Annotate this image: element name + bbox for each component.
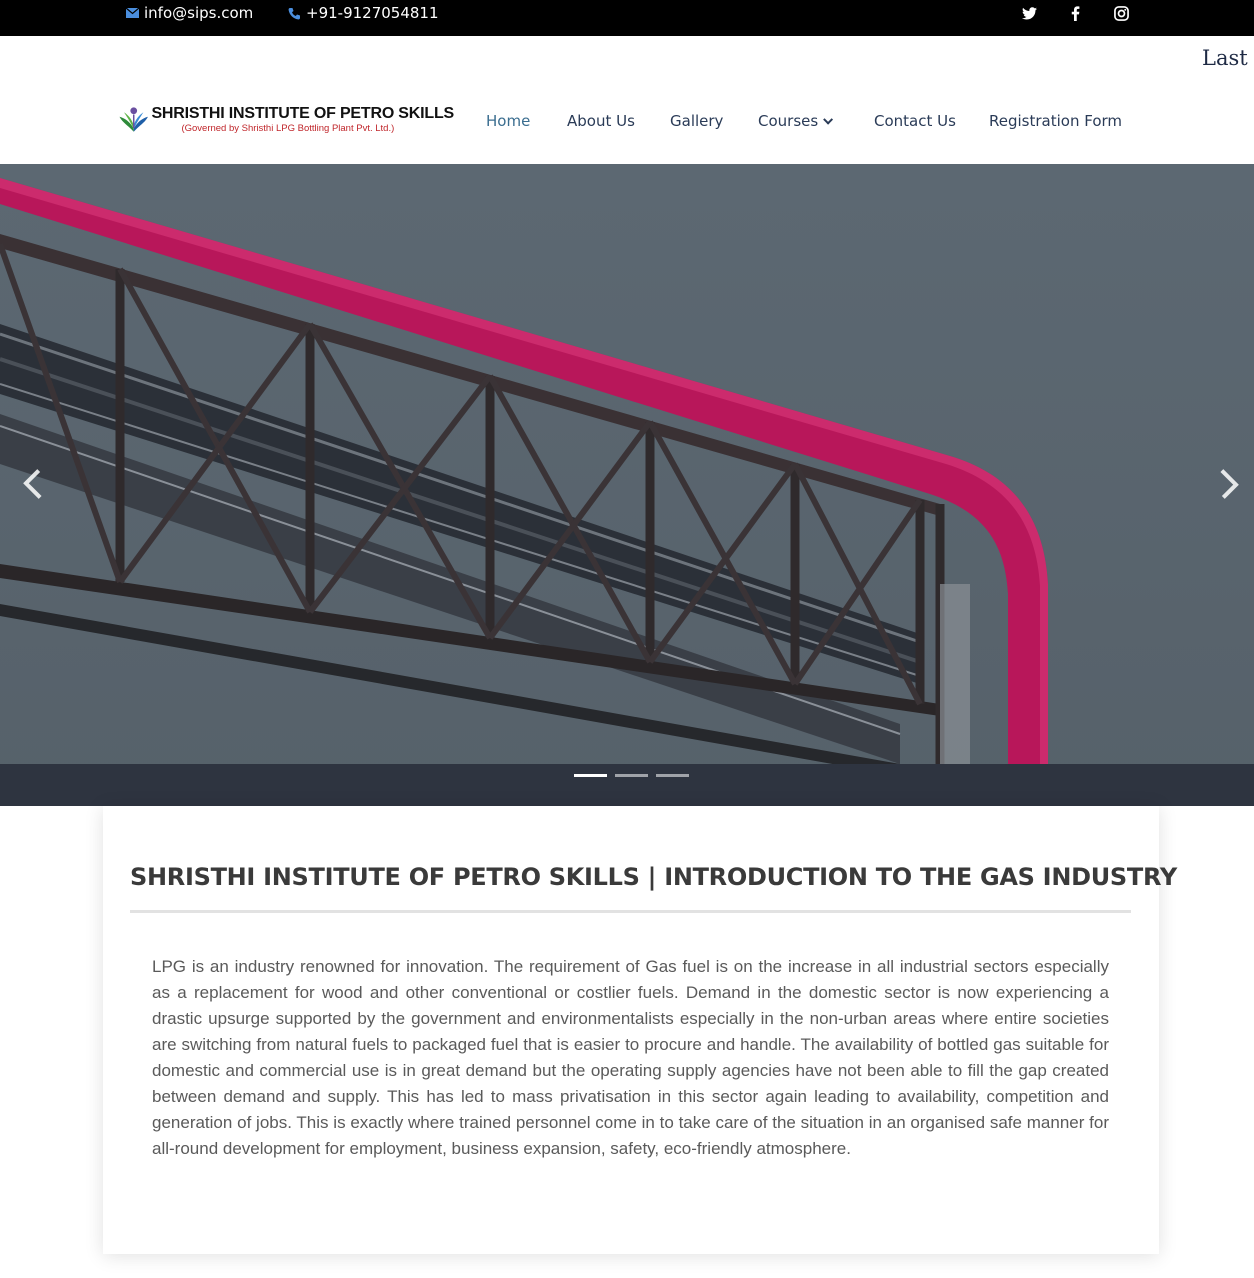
nav-contact-us[interactable]: Contact Us <box>874 112 956 130</box>
slider-prev-arrow[interactable] <box>18 462 53 506</box>
nav-home[interactable]: Home <box>486 112 530 130</box>
logo-emblem-icon <box>119 107 148 132</box>
site-header: Last d SHRISTHI INSTITUTE OF PETRO SKILL… <box>0 36 1254 164</box>
email-text[interactable]: info@sips.com <box>144 4 253 22</box>
logo-tagline: (Governed by Shristhi LPG Bottling Plant… <box>181 122 395 134</box>
title-divider <box>130 910 1131 913</box>
chevron-down-icon <box>823 114 834 125</box>
announcement-marquee[interactable]: Last d <box>1202 46 1254 70</box>
nav-registration-form[interactable]: Registration Form <box>989 112 1122 130</box>
intro-card: SHRISTHI INSTITUTE OF PETRO SKILLS | INT… <box>103 806 1177 1254</box>
slider-control-band <box>0 764 1254 806</box>
top-bar: info@sips.com +91-9127054811 <box>0 0 1254 36</box>
phone-text[interactable]: +91-9127054811 <box>306 4 439 22</box>
envelope-icon <box>124 5 140 21</box>
nav-courses-label: Courses <box>758 112 819 130</box>
pipeline-bridge-image <box>0 164 1254 806</box>
phone-contact[interactable]: +91-9127054811 <box>286 3 439 23</box>
nav-courses[interactable]: Courses <box>758 112 834 130</box>
slider-pagination <box>574 774 689 778</box>
email-contact[interactable]: info@sips.com <box>124 3 253 23</box>
slider-dot-3[interactable] <box>656 774 689 777</box>
nav-gallery[interactable]: Gallery <box>670 112 723 130</box>
intro-body: LPG is an industry renowned for innovati… <box>152 957 1109 1158</box>
phone-icon <box>286 5 302 21</box>
site-logo[interactable]: SHRISTHI INSTITUTE OF PETRO SKILLS (Gove… <box>118 98 454 140</box>
slider-dot-2[interactable] <box>615 774 648 777</box>
hero-slider <box>0 164 1254 806</box>
logo-name: SHRISTHI INSTITUTE OF PETRO SKILLS <box>151 104 454 122</box>
chevron-right-icon <box>1209 469 1239 499</box>
intro-title: SHRISTHI INSTITUTE OF PETRO SKILLS | INT… <box>130 863 1177 891</box>
instagram-icon[interactable] <box>1111 3 1131 23</box>
slider-next-arrow[interactable] <box>1209 462 1244 506</box>
nav-about-us[interactable]: About Us <box>567 112 635 130</box>
slider-dot-1[interactable] <box>574 774 607 777</box>
twitter-icon[interactable] <box>1019 3 1039 23</box>
facebook-icon[interactable] <box>1065 3 1085 23</box>
